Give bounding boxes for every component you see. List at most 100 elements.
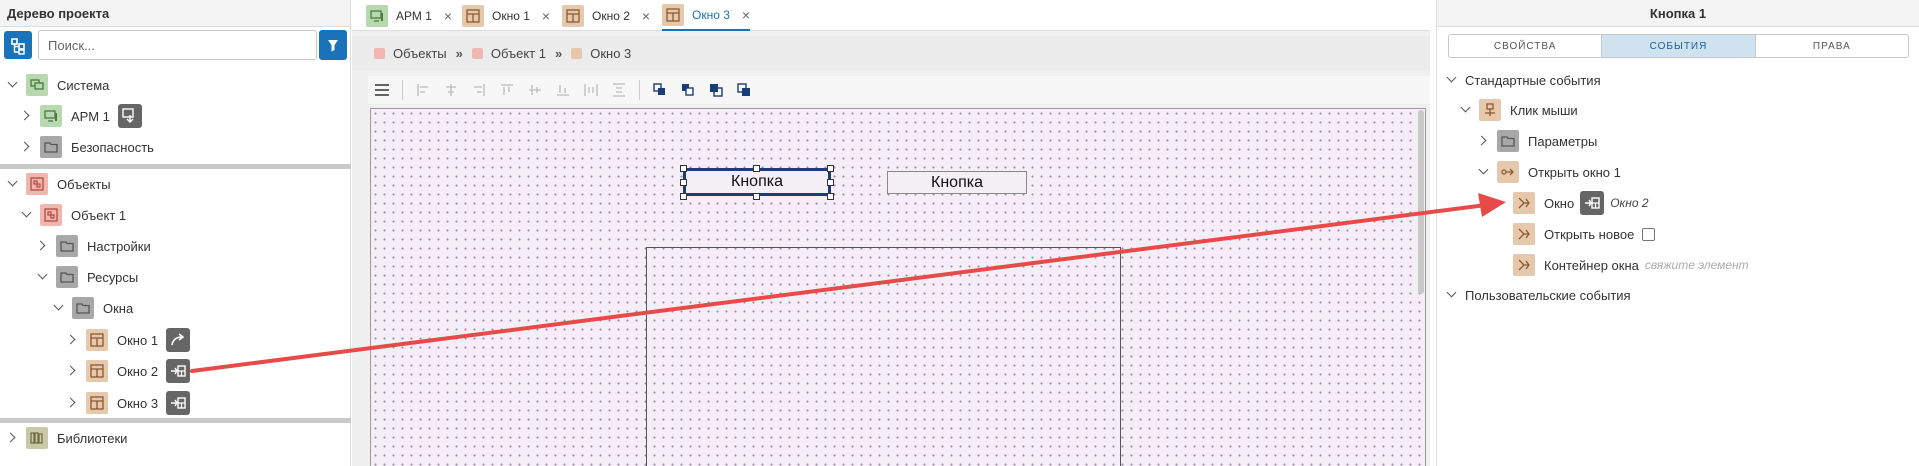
tree-item-system[interactable]: Система	[6, 72, 109, 98]
tree-view-button[interactable]	[4, 31, 32, 59]
tab-window2[interactable]: Окно 2 ×	[562, 0, 650, 31]
param-label: Окно	[1544, 195, 1575, 211]
chevron-down-icon[interactable]	[1459, 103, 1473, 117]
action-open-window[interactable]: Открыть окно 1	[1477, 158, 1621, 186]
event-params[interactable]: Параметры	[1477, 127, 1597, 155]
resize-handle[interactable]	[827, 193, 834, 200]
tree-item-window3[interactable]: Окно 3	[66, 390, 191, 416]
workstation-icon	[40, 105, 62, 127]
tree-item-security[interactable]: Безопасность	[20, 134, 154, 160]
chevron-right-icon[interactable]	[66, 396, 80, 410]
tree-item-label: Система	[57, 77, 110, 93]
window-container-frame[interactable]	[646, 247, 1121, 466]
param-window[interactable]: Окно Окно 2	[1513, 189, 1649, 217]
param-value[interactable]: Окно 2	[1610, 196, 1648, 210]
tree-item-window1[interactable]: Окно 1	[66, 327, 191, 353]
close-icon[interactable]: ×	[444, 8, 452, 24]
resize-handle[interactable]	[680, 193, 687, 200]
resize-handle[interactable]	[827, 165, 834, 172]
resize-handle[interactable]	[827, 179, 834, 186]
breadcrumb-item[interactable]: Объект 1	[491, 46, 546, 61]
chevron-right-icon[interactable]	[1477, 134, 1491, 148]
breadcrumb-item[interactable]: Окно 3	[590, 46, 631, 61]
chevron-down-icon[interactable]	[20, 208, 34, 222]
tree-item-label: Окна	[103, 300, 134, 316]
chevron-right-icon[interactable]	[20, 140, 34, 154]
window-link-badge[interactable]	[166, 359, 191, 383]
tree-item-settings[interactable]: Настройки	[36, 233, 151, 259]
design-canvas[interactable]: Кнопка Кнопка	[370, 108, 1426, 466]
chevron-down-icon[interactable]	[1445, 73, 1459, 87]
distribute-h-button[interactable]	[577, 78, 605, 102]
tree-item-window2[interactable]: Окно 2	[66, 358, 191, 384]
resize-handle[interactable]	[680, 179, 687, 186]
bring-front-button[interactable]	[646, 78, 674, 102]
backward-button[interactable]	[730, 78, 758, 102]
link-window-icon	[171, 365, 186, 377]
chevron-right-icon[interactable]	[20, 109, 34, 123]
close-icon[interactable]: ×	[742, 7, 750, 23]
param-container[interactable]: Контейнер окна свяжите элемент	[1513, 251, 1749, 279]
tree-item-resources[interactable]: Ресурсы	[36, 264, 138, 290]
tree-item-windows[interactable]: Окна	[52, 295, 133, 321]
menu-button[interactable]	[368, 78, 396, 102]
send-back-button[interactable]	[674, 78, 702, 102]
window-link-badge[interactable]	[166, 328, 191, 352]
align-top-button[interactable]	[493, 78, 521, 102]
properties-title: Кнопка 1	[1437, 0, 1919, 27]
tree-item-arm1[interactable]: АРМ 1	[20, 103, 142, 129]
group-label: Стандартные события	[1465, 72, 1601, 88]
close-icon[interactable]: ×	[542, 8, 550, 24]
tab-arm1[interactable]: АРМ 1 ×	[366, 0, 452, 31]
forward-button[interactable]	[702, 78, 730, 102]
toolbar-divider	[639, 80, 640, 100]
chevron-down-icon[interactable]	[52, 301, 66, 315]
open-new-checkbox[interactable]	[1642, 227, 1656, 241]
breadcrumb-item[interactable]: Объекты	[393, 46, 447, 61]
chevron-down-icon[interactable]	[6, 177, 20, 191]
window-link-badge[interactable]	[166, 391, 191, 415]
chevron-right-icon[interactable]	[6, 431, 20, 445]
tree-item-object1[interactable]: Объект 1	[20, 202, 126, 228]
tab-events[interactable]: СОБЫТИЯ	[1602, 35, 1756, 57]
filter-button[interactable]	[319, 30, 347, 60]
chevron-right-icon[interactable]	[66, 364, 80, 378]
event-mouse-click[interactable]: Клик мыши	[1459, 96, 1578, 124]
param-hint[interactable]: свяжите элемент	[1645, 258, 1749, 272]
user-events-group[interactable]: Пользовательские события	[1445, 281, 1631, 309]
chevron-right-icon[interactable]	[66, 333, 80, 347]
startup-window-badge[interactable]	[117, 104, 142, 128]
tab-properties[interactable]: СВОЙСТВА	[1449, 35, 1603, 57]
align-middle-button[interactable]	[521, 78, 549, 102]
canvas-scrollbar[interactable]	[1418, 110, 1424, 294]
resize-handle[interactable]	[680, 165, 687, 172]
chevron-right-icon[interactable]	[36, 239, 50, 253]
chevron-down-icon[interactable]	[1445, 288, 1459, 302]
search-input[interactable]	[38, 30, 317, 60]
align-right-button[interactable]	[465, 78, 493, 102]
link-window-icon	[171, 397, 186, 409]
resize-handle[interactable]	[753, 193, 760, 200]
tab-window3[interactable]: Окно 3 ×	[662, 0, 751, 31]
align-left-button[interactable]	[409, 78, 437, 102]
chevron-down-icon[interactable]	[36, 270, 50, 284]
tab-rights[interactable]: ПРАВА	[1756, 35, 1908, 57]
standard-events-group[interactable]: Стандартные события	[1445, 66, 1601, 94]
align-center-button[interactable]	[437, 78, 465, 102]
tree-item-objects[interactable]: Объекты	[6, 171, 111, 197]
tree-item-libraries[interactable]: Библиотеки	[6, 425, 127, 451]
tab-window1[interactable]: Окно 1 ×	[462, 0, 550, 31]
param-open-new[interactable]: Открыть новое	[1513, 220, 1656, 248]
align-bottom-button[interactable]	[549, 78, 577, 102]
distribute-v-button[interactable]	[605, 78, 633, 102]
canvas-button[interactable]: Кнопка	[887, 171, 1027, 194]
link-window-icon	[1585, 197, 1600, 209]
resize-handle[interactable]	[753, 165, 760, 172]
window-icon	[86, 329, 108, 351]
linked-window-badge[interactable]	[1580, 191, 1605, 215]
canvas-button-selected[interactable]: Кнопка	[683, 168, 831, 196]
chevron-down-icon[interactable]	[1477, 165, 1491, 179]
close-icon[interactable]: ×	[642, 8, 650, 24]
tree-item-label: Безопасность	[71, 139, 154, 155]
chevron-down-icon[interactable]	[6, 78, 20, 92]
